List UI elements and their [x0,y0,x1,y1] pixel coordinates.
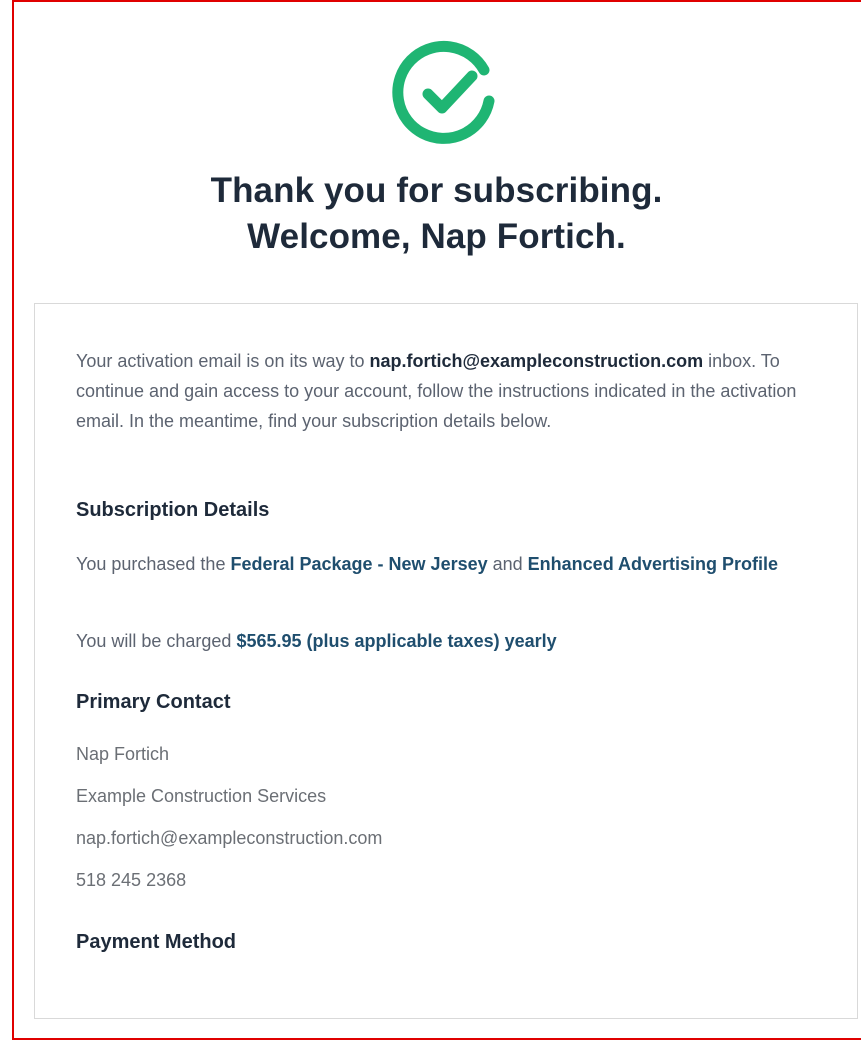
title-line-1: Thank you for subscribing. [210,171,663,210]
purchase-prefix: You purchased the [76,554,231,574]
contact-email: nap.fortich@exampleconstruction.com [76,828,383,848]
primary-contact-heading: Primary Contact [76,691,231,713]
purchase-and: and [487,554,528,574]
page-title: Thank you for subscribing. Welcome, Nap … [12,168,861,260]
title-line-2: Welcome, Nap Fortich. [247,217,626,256]
contact-company: Example Construction Services [76,786,327,806]
charge-prefix: You will be charged [76,631,237,651]
check-circle-icon [392,40,495,144]
charge-amount: $565.95 (plus applicable taxes) yearly [236,631,557,651]
subscription-details-heading: Subscription Details [76,499,270,521]
subscription-card: Your activation email is on its way to n… [34,303,858,1019]
payment-method-heading: Payment Method [76,931,237,953]
contact-name: Nap Fortich [76,744,170,764]
charge-summary: You will be charged $565.95 (plus applic… [76,626,816,656]
package-name: Federal Package - New Jersey [230,554,488,574]
contact-phone: 518 245 2368 [76,870,187,890]
purchase-summary: You purchased the Federal Package - New … [76,549,816,579]
activation-message: Your activation email is on its way to n… [76,346,816,436]
activation-text-before: Your activation email is on its way to [76,351,370,371]
activation-email: nap.fortich@exampleconstruction.com [369,351,704,371]
addon-name: Enhanced Advertising Profile [527,554,779,574]
